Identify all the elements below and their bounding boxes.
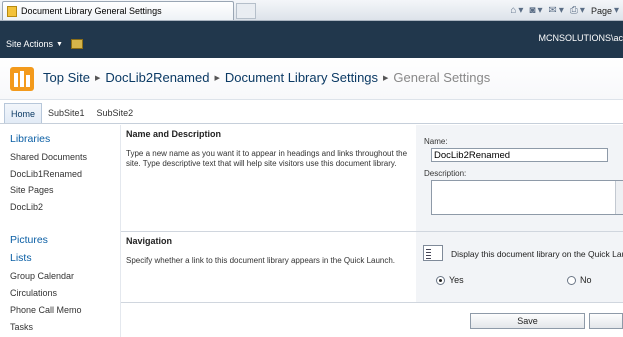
mail-icon: ✉	[548, 5, 557, 16]
ql-item-tasks[interactable]: Tasks	[10, 322, 33, 332]
ql-item-doclib2[interactable]: DocLib2	[10, 202, 43, 212]
radio-no[interactable]: No	[567, 275, 592, 285]
new-tab-button[interactable]	[236, 3, 256, 19]
top-navigation: Home SubSite1 SubSite2	[0, 103, 623, 124]
edit-page-icon[interactable]	[71, 39, 83, 49]
title-area: Top Site ▶ DocLib2Renamed ▶ Document Lib…	[0, 58, 623, 100]
ql-item-circulations[interactable]: Circulations	[10, 288, 57, 298]
feeds-button[interactable]: ◙ ▾	[529, 5, 542, 16]
chevron-down-icon: ▾	[579, 5, 585, 16]
site-actions-label: Site Actions	[6, 39, 54, 49]
section-description: Specify whether a link to this document …	[126, 256, 396, 265]
chevron-down-icon: ▾	[613, 5, 619, 16]
cancel-button[interactable]	[589, 313, 623, 329]
ql-item-site-pages[interactable]: Site Pages	[10, 185, 54, 195]
radio-selected-icon	[436, 275, 445, 285]
nav-item-subsite2[interactable]: SubSite2	[91, 103, 140, 123]
home-button[interactable]: ⌂ ▾	[510, 5, 523, 16]
browser-tab-bar: Document Library General Settings ⌂ ▾ ◙ ▾ …	[0, 0, 623, 21]
save-button[interactable]: Save	[470, 313, 585, 329]
ql-heading-libraries[interactable]: Libraries	[10, 133, 50, 145]
quick-launch-option-label: Display this document library on the Qui…	[451, 249, 623, 259]
browser-tab-title: Document Library General Settings	[21, 6, 162, 16]
radio-unselected-icon	[567, 275, 576, 285]
user-menu[interactable]: MCNSOLUTIONS\ac	[538, 33, 623, 43]
feed-icon: ◙	[529, 5, 536, 16]
browser-tab[interactable]: Document Library General Settings	[2, 1, 234, 20]
chevron-down-icon: ▼	[56, 40, 63, 48]
name-field[interactable]	[431, 148, 608, 162]
breadcrumb-separator-icon: ▶	[383, 74, 389, 82]
ql-heading-lists[interactable]: Lists	[10, 252, 32, 264]
page-icon	[7, 5, 17, 17]
radio-yes-label: Yes	[449, 275, 464, 285]
settings-form: Name and Description Type a new name as …	[121, 125, 623, 337]
home-icon: ⌂	[510, 5, 517, 16]
name-description-section: Name and Description Type a new name as …	[121, 125, 623, 231]
description-field[interactable]	[431, 180, 623, 215]
scrollbar[interactable]	[615, 181, 623, 214]
description-label: Description:	[424, 169, 467, 178]
radio-no-label: No	[580, 275, 592, 285]
site-actions-menu[interactable]: Site Actions ▼	[6, 39, 63, 49]
navigation-section: Navigation Specify whether a link to thi…	[121, 232, 623, 302]
nav-item-subsite1[interactable]: SubSite1	[42, 103, 91, 123]
quick-launch-icon	[423, 245, 443, 261]
ql-heading-pictures[interactable]: Pictures	[10, 234, 48, 246]
browser-command-bar: ⌂ ▾ ◙ ▾ ✉ ▾ ⎙ ▾ Page ▾	[510, 2, 623, 19]
breadcrumb-separator-icon: ▶	[94, 74, 101, 82]
section-description: Type a new name as you want it to appear…	[126, 149, 408, 168]
quick-launch: Libraries Shared Documents DocLib1Rename…	[0, 125, 121, 337]
breadcrumb-library[interactable]: DocLib2Renamed	[105, 70, 209, 85]
radio-yes[interactable]: Yes	[436, 275, 464, 285]
nav-item-home[interactable]: Home	[4, 103, 43, 123]
ql-item-phone-call-memo[interactable]: Phone Call Memo	[10, 305, 82, 315]
chevron-down-icon: ▾	[558, 5, 564, 16]
ql-item-group-calendar[interactable]: Group Calendar	[10, 271, 74, 281]
page-menu-label: Page	[590, 5, 612, 16]
breadcrumb: Top Site ▶ DocLib2Renamed ▶ Document Lib…	[43, 70, 490, 85]
breadcrumb-current: General Settings	[393, 70, 491, 85]
ql-item-shared-documents[interactable]: Shared Documents	[10, 152, 87, 162]
breadcrumb-library-settings[interactable]: Document Library Settings	[225, 70, 378, 85]
chevron-down-icon: ▾	[518, 5, 524, 16]
page-menu[interactable]: Page ▾	[591, 5, 619, 16]
section-title: Navigation	[126, 236, 173, 246]
mail-button[interactable]: ✉ ▾	[548, 5, 563, 16]
name-label: Name:	[424, 137, 448, 146]
breadcrumb-top-site[interactable]: Top Site	[43, 70, 90, 85]
sharepoint-top-bar: Site Actions ▼ MCNSOLUTIONS\ac	[0, 21, 623, 58]
section-title: Name and Description	[126, 129, 222, 139]
print-icon: ⎙	[569, 5, 578, 16]
print-button[interactable]: ⎙ ▾	[570, 5, 585, 16]
section-divider	[121, 302, 623, 303]
ql-item-doclib1renamed[interactable]: DocLib1Renamed	[10, 169, 82, 179]
chevron-down-icon: ▾	[537, 5, 543, 16]
breadcrumb-separator-icon: ▶	[214, 74, 220, 82]
site-logo-icon	[10, 67, 34, 91]
